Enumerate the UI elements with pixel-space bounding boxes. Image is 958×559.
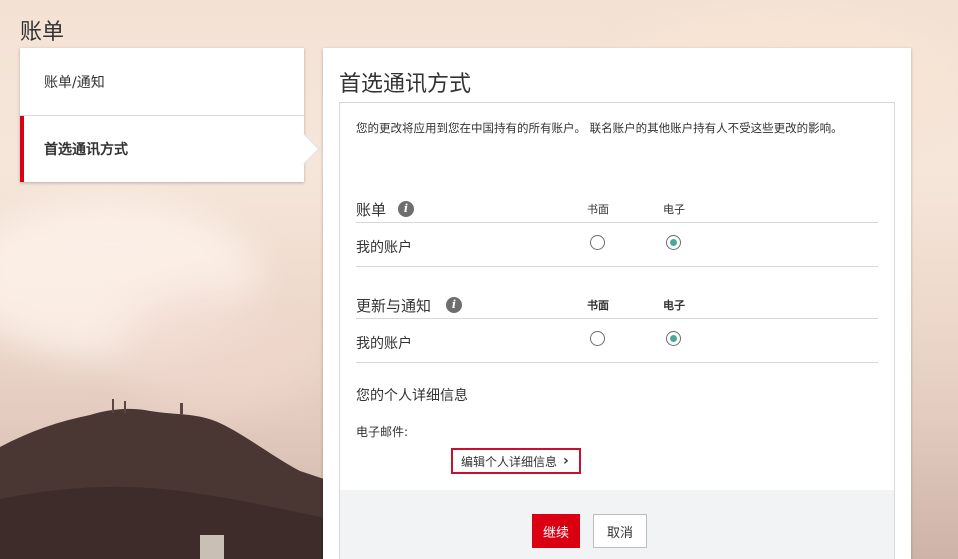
personal-details-title: 您的个人详细信息: [356, 388, 468, 404]
communication-preferences-panel: 首选通讯方式 您的更改将应用到您在中国持有的所有账户。 联名账户的其他账户持有人…: [323, 48, 911, 559]
nav-item-label: 账单/通知: [44, 74, 105, 91]
nav-item-label: 首选通讯方式: [44, 142, 128, 158]
page-title: 账单: [20, 20, 65, 45]
email-label: 电子邮件:: [356, 425, 409, 439]
nav-item-communication-preferences[interactable]: 首选通讯方式: [20, 115, 320, 182]
updates-row-label: 我的账户: [356, 336, 412, 352]
continue-button[interactable]: 继续: [532, 514, 580, 548]
cancel-button[interactable]: 取消: [593, 514, 647, 548]
updates-electronic-radio[interactable]: [666, 331, 681, 346]
form-footer: 继续 取消: [340, 490, 894, 559]
edit-link-label: 编辑个人详细信息: [461, 454, 558, 469]
statements-section-header: 账单 i 书面 电子: [356, 199, 878, 223]
updates-paper-radio[interactable]: [590, 331, 605, 346]
statements-paper-radio[interactable]: [590, 235, 605, 250]
updates-section-header: 更新与通知 i 书面 电子: [356, 295, 878, 319]
joint-account-notice: 您的更改将应用到您在中国持有的所有账户。 联名账户的其他账户持有人不受这些更改的…: [356, 121, 843, 135]
statements-title: 账单: [356, 201, 387, 219]
updates-account-row: 我的账户: [356, 319, 878, 363]
info-icon[interactable]: i: [398, 201, 414, 217]
mountain-silhouette: [0, 399, 330, 559]
chevron-right-icon: ›: [563, 453, 569, 469]
statements-account-row: 我的账户: [356, 223, 878, 267]
statements-col-electronic: 电子: [663, 203, 685, 216]
updates-col-paper: 书面: [587, 299, 609, 312]
info-icon[interactable]: i: [446, 297, 462, 313]
panel-title: 首选通讯方式: [339, 72, 472, 97]
side-nav: 账单/通知 首选通讯方式: [20, 48, 320, 182]
updates-title: 更新与通知: [356, 297, 432, 315]
updates-col-electronic: 电子: [663, 299, 685, 312]
statements-col-paper: 书面: [587, 203, 609, 216]
edit-personal-details-link[interactable]: 编辑个人详细信息 ›: [451, 448, 581, 474]
statements-electronic-radio[interactable]: [666, 235, 681, 250]
nav-item-bills-notifications[interactable]: 账单/通知: [20, 48, 304, 115]
statements-row-label: 我的账户: [356, 240, 412, 256]
preferences-form: 您的更改将应用到您在中国持有的所有账户。 联名账户的其他账户持有人不受这些更改的…: [339, 102, 895, 559]
